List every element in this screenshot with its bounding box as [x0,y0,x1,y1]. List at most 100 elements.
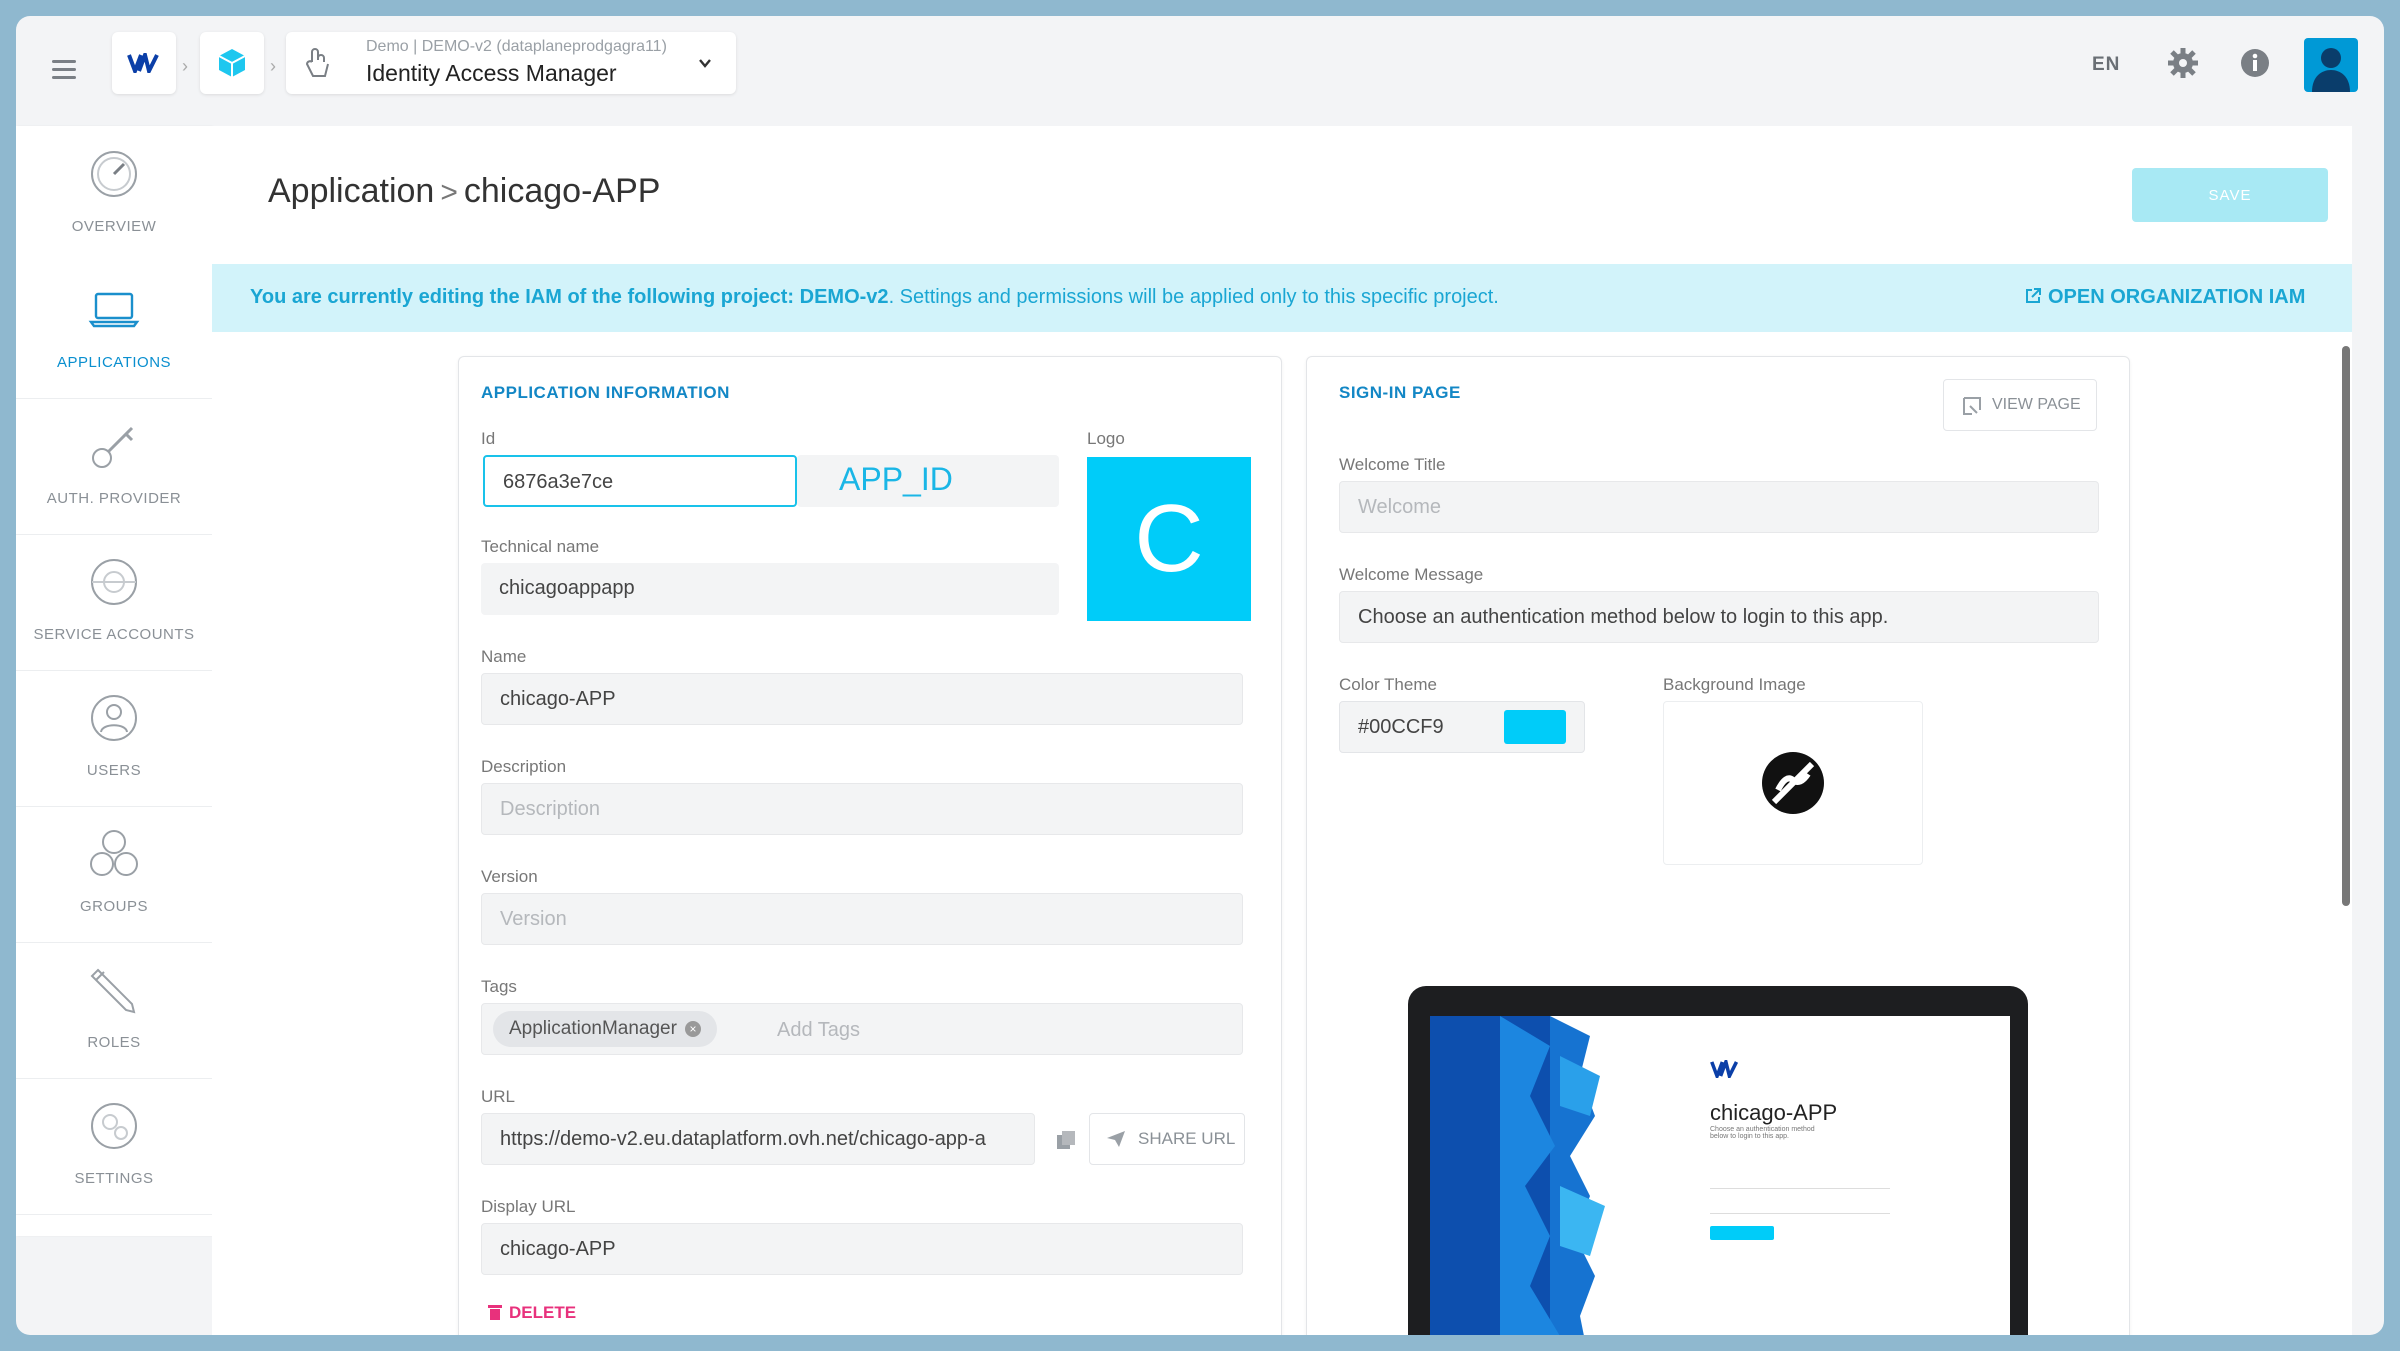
background-image-label: Background Image [1663,675,1806,694]
sidebar-item-label: APPLICATIONS [56,354,172,371]
gauge-icon [91,151,137,197]
sidebar-item-auth-provider[interactable]: AUTH. PROVIDER [16,398,212,535]
sidebar-item-service-accounts[interactable]: SERVICE ACCOUNTS [16,534,212,671]
app-id-annotation: APP_ID [839,461,953,497]
sign-in-preview-laptop: chicago-APP Choose an authentication met… [1408,986,2028,1335]
preview-divider [1710,1188,1890,1189]
delete-button[interactable]: DELETE [488,1303,577,1323]
breadcrumb: Application > chicago-APP [268,172,660,211]
service-icon [91,559,137,605]
key-icon [92,426,134,468]
sidebar-item-label: AUTH. PROVIDER [46,490,182,507]
url-field[interactable]: https://demo-v2.eu.dataplatform.ovh.net/… [481,1113,1035,1165]
menu-icon[interactable] [52,60,76,79]
user-icon [91,695,137,741]
sidebar-item-label: ROLES [87,1034,141,1051]
product-button[interactable] [200,32,264,94]
brand-logo-icon [127,53,159,73]
app-frame: › › Demo | DEMO-v2 (dataplaneprodgagra11… [16,16,2384,1335]
sidebar-item-label: SETTINGS [74,1170,154,1187]
cube-icon [218,49,246,77]
sidebar-item-label: USERS [86,762,142,779]
chevron-right-icon: › [270,56,276,76]
sidebar-item-roles[interactable]: ROLES [16,942,212,1079]
preview-icon [1963,397,1981,415]
iam-hand-icon [305,48,329,77]
send-icon [1107,1131,1125,1147]
color-theme-label: Color Theme [1339,675,1437,694]
preview-login-button [1710,1226,1774,1240]
chevron-right-icon: › [182,56,188,76]
welcome-message-label: Welcome Message [1339,565,1484,584]
share-url-label: SHARE URL [1138,1129,1236,1148]
sidebar-item-overview[interactable]: OVERVIEW [16,126,212,263]
description-label: Description [481,757,567,776]
pencil-icon [90,968,136,1014]
user-avatar-icon [2312,48,2350,92]
sidebar-item-applications[interactable]: APPLICATIONS [16,262,216,399]
url-label: URL [481,1087,516,1106]
logo-label: Logo [1087,429,1125,448]
project-banner: You are currently editing the IAM of the… [212,264,2352,332]
sidebar-item-settings[interactable]: SETTINGS [16,1078,212,1215]
display-url-label: Display URL [481,1197,576,1216]
logo-image[interactable]: C [1087,457,1251,621]
copy-icon[interactable] [1055,1129,1077,1151]
welcome-title-field[interactable]: Welcome [1339,481,2099,533]
main-content: Application > chicago-APP SAVE You are cur… [212,126,2352,1335]
tag-remove-icon[interactable]: × [684,1020,701,1037]
open-organization-iam-link[interactable]: OPEN ORGANIZATION IAM [2024,286,2305,309]
sign-in-preview-screen: chicago-APP Choose an authentication met… [1430,1016,2010,1335]
application-information-heading: APPLICATION INFORMATION [481,383,730,402]
name-field[interactable]: chicago-APP [481,673,1243,725]
gear-icon[interactable] [2166,46,2200,80]
sidebar-item-users[interactable]: USERS [16,670,212,807]
page-title: chicago-APP [463,172,661,210]
no-image-icon [1762,752,1824,814]
top-bar: › › Demo | DEMO-v2 (dataplaneprodgagra11… [16,16,2384,126]
delete-label: DELETE [509,1303,577,1322]
avatar[interactable] [2304,38,2358,92]
sidebar-item-groups[interactable]: GROUPS [16,806,212,943]
tag-chip: ApplicationManager × [493,1011,717,1047]
scrollbar[interactable] [2342,346,2350,906]
share-url-button[interactable]: SHARE URL [1089,1113,1245,1165]
laptop-icon [88,292,140,328]
technical-name-label: Technical name [481,537,600,556]
open-organization-iam-label: OPEN ORGANIZATION IAM [2048,286,2306,308]
background-image-box[interactable] [1663,701,1923,865]
id-field[interactable]: 6876a3e7ce [483,455,797,507]
save-button[interactable]: SAVE [2132,168,2328,222]
view-page-label: VIEW PAGE [1992,396,2081,413]
tags-label: Tags [481,977,517,996]
description-field[interactable]: Description [481,783,1243,835]
project-subtitle: Demo | DEMO-v2 (dataplaneprodgagra11) [366,38,667,55]
info-icon[interactable] [2238,46,2272,80]
breadcrumb-root[interactable]: Application [268,172,434,210]
welcome-message-field[interactable]: Choose an authentication method below to… [1339,591,2099,643]
preview-brand-logo-icon [1710,1060,1739,1078]
preview-background-art [1430,1016,1605,1335]
trash-icon [488,1305,502,1320]
sidebar: OVERVIEW APPLICATIONS AUTH. PROVIDER SER… [16,126,216,1236]
version-label: Version [481,867,538,886]
view-page-button[interactable]: VIEW PAGE [1943,379,2097,431]
color-theme-field[interactable]: #00CCF9 [1339,701,1585,753]
external-link-icon [2026,288,2041,303]
brand-logo-button[interactable] [112,32,176,94]
sign-in-page-heading: SIGN-IN PAGE [1339,383,1461,402]
display-url-field[interactable]: chicago-APP [481,1223,1243,1275]
chevron-down-icon[interactable] [698,56,712,70]
group-icon [90,830,138,876]
banner-text: You are currently editing the IAM of the… [250,286,1499,309]
color-swatch[interactable] [1504,710,1566,744]
application-information-card: APPLICATION INFORMATION Id 6876a3e7ce AP… [458,356,1282,1335]
technical-name-field: chicagoappapp [481,563,1059,615]
sidebar-item-label: SERVICE ACCOUNTS [33,626,195,643]
language-selector[interactable]: EN [2092,54,2120,76]
sidebar-item-label: GROUPS [79,898,148,915]
color-theme-value: #00CCF9 [1358,716,1444,738]
preview-divider [1710,1213,1890,1214]
version-field[interactable]: Version [481,893,1243,945]
add-tags-placeholder[interactable]: Add Tags [777,1019,860,1042]
